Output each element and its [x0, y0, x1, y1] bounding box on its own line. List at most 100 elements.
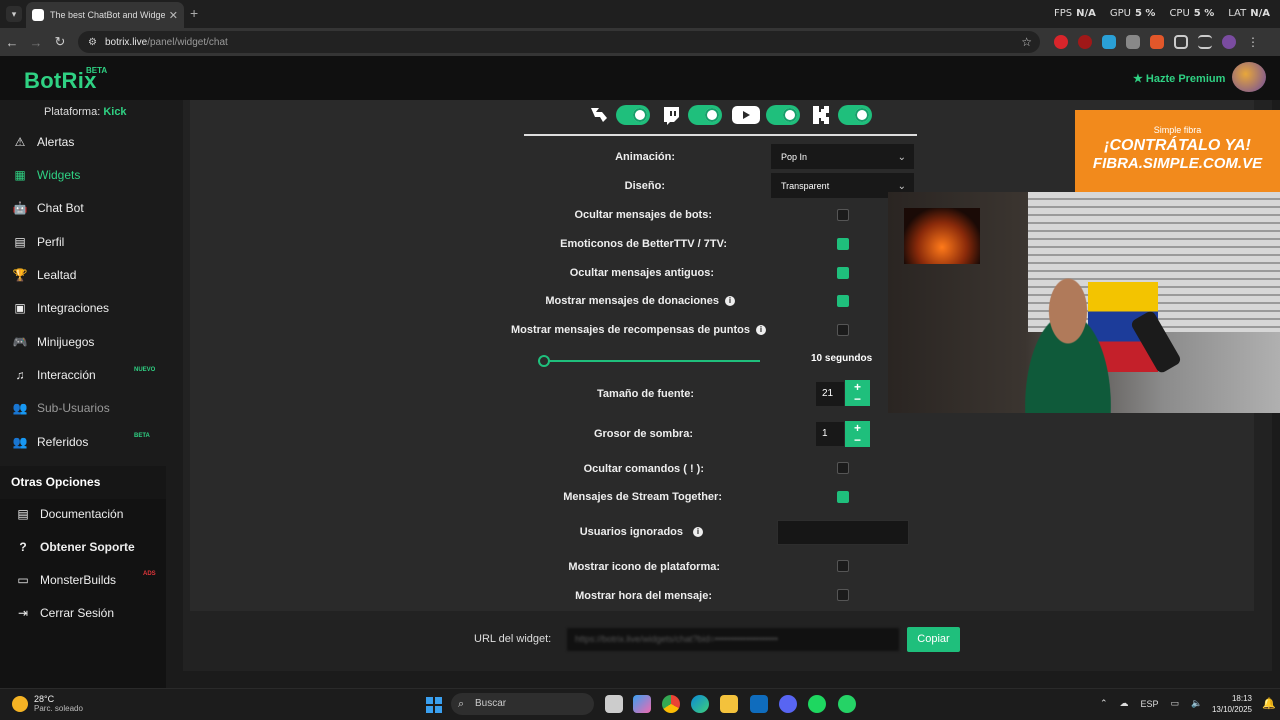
info-icon[interactable]: i: [725, 296, 735, 307]
chrome-icon[interactable]: [662, 695, 680, 713]
back-arrow-icon[interactable]: ←: [0, 35, 24, 50]
sidebar-item-referidos[interactable]: 👥 Referidos BETA: [0, 427, 166, 457]
sidebar-item-interaccion[interactable]: ♫ Interacción NUEVO: [0, 360, 166, 390]
sidebar-item-integraciones[interactable]: ▣ Integraciones: [0, 293, 166, 323]
profile-avatar-icon[interactable]: [1222, 35, 1236, 49]
outlook-icon[interactable]: [750, 695, 768, 713]
info-icon[interactable]: i: [693, 527, 703, 538]
info-icon[interactable]: i: [756, 325, 766, 336]
performance-overlay: FPS N/A GPU 5 % CPU 5 % LAT N/A: [1054, 8, 1270, 19]
forward-arrow-icon[interactable]: →: [24, 35, 48, 50]
shadow-input[interactable]: 1: [816, 422, 844, 446]
widget-url-label: URL del widget:: [474, 633, 552, 645]
platform-icon-checkbox[interactable]: [837, 560, 849, 572]
duration-slider-handle[interactable]: [538, 355, 550, 367]
kick-toggle[interactable]: [616, 105, 650, 125]
sidebar-item-alertas[interactable]: ⚠ Alertas: [0, 127, 166, 157]
notification-bell-icon[interactable]: 🔔: [1262, 697, 1276, 711]
extension-7tv-icon[interactable]: [1102, 35, 1116, 49]
widget-url-input[interactable]: https://botrix.live/widgets/chat?bid=•••…: [567, 628, 899, 651]
task-view-icon[interactable]: [605, 695, 623, 713]
shadow-stepper[interactable]: + −: [845, 421, 870, 447]
taskbar-search[interactable]: ⌕ Buscar: [451, 693, 594, 715]
minus-icon[interactable]: −: [845, 434, 870, 446]
chevron-up-icon[interactable]: ⌃: [1100, 698, 1108, 709]
weather-desc: Parc. soleado: [34, 704, 83, 713]
kick-logo-icon: [588, 104, 610, 126]
whatsapp-icon[interactable]: [838, 695, 856, 713]
beta-badge: BETA: [134, 433, 150, 439]
tab-favicon-icon: [32, 9, 44, 21]
extension-ublock-icon[interactable]: [1078, 35, 1092, 49]
grid-icon: ▦: [14, 168, 26, 182]
font-size-stepper[interactable]: + −: [845, 380, 870, 406]
minus-icon[interactable]: −: [845, 393, 870, 405]
sidebar-item-monsterbuilds[interactable]: ▭ MonsterBuilds ADS: [0, 565, 166, 595]
extension-orange-icon[interactable]: [1150, 35, 1164, 49]
file-explorer-icon[interactable]: [720, 695, 738, 713]
donations-checkbox[interactable]: [837, 295, 849, 307]
sidebar-item-chat-bot[interactable]: 🤖 Chat Bot: [0, 193, 166, 223]
volume-icon[interactable]: 🔈: [1191, 698, 1202, 709]
question-circle-icon: ?: [19, 540, 27, 554]
reload-icon[interactable]: ↻: [48, 34, 72, 50]
points-checkbox[interactable]: [837, 324, 849, 336]
sidebar-item-perfil[interactable]: ▤ Perfil: [0, 227, 166, 257]
sidebar-item-cerrar-sesion[interactable]: ⇥ Cerrar Sesión: [0, 598, 166, 628]
kick-k-toggle[interactable]: [838, 105, 872, 125]
ignored-users-input[interactable]: [777, 520, 909, 545]
reading-list-icon[interactable]: [1198, 35, 1212, 49]
logout-icon: ⇥: [17, 606, 29, 620]
new-tab-button[interactable]: +: [190, 5, 198, 21]
discord-icon[interactable]: [779, 695, 797, 713]
site-info-icon[interactable]: ⚙: [88, 37, 97, 48]
sidebar-item-widgets[interactable]: ▦ Widgets: [0, 160, 166, 190]
sidebar-item-sub-usuarios[interactable]: 👥 Sub-Usuarios: [0, 393, 166, 423]
address-bar[interactable]: ⚙ botrix.live/panel/widget/chat ☆: [78, 31, 1040, 53]
taskbar-clock[interactable]: 18:13 13/10/2025: [1208, 693, 1252, 715]
user-avatar[interactable]: [1232, 62, 1266, 92]
stat-gpu: GPU 5 %: [1109, 8, 1156, 19]
edge-icon[interactable]: [691, 695, 709, 713]
cloud-icon[interactable]: ☁: [1120, 698, 1129, 709]
sidebar-item-documentacion[interactable]: ▤ Documentación: [0, 499, 166, 529]
hide-old-checkbox[interactable]: [837, 267, 849, 279]
emotes-checkbox[interactable]: [837, 238, 849, 250]
copilot-icon[interactable]: [633, 695, 651, 713]
ad-url: FIBRA.SIMPLE.COM.VE: [1092, 155, 1263, 172]
browser-menu-icon[interactable]: ⋮: [1246, 35, 1260, 49]
app-header: [0, 56, 1280, 100]
show-time-checkbox[interactable]: [837, 589, 849, 601]
tab-search-button[interactable]: ▾: [6, 6, 22, 22]
platform-icon-label: Mostrar icono de plataforma:: [568, 561, 720, 573]
platform-kick: [810, 104, 872, 126]
twitch-toggle[interactable]: [688, 105, 722, 125]
sidebar-item-lealtad[interactable]: 🏆 Lealtad: [0, 260, 166, 290]
tab-close-icon[interactable]: ✕: [169, 9, 178, 22]
ignored-users-label: Usuarios ignorados i: [580, 526, 703, 538]
sidebar-item-obtener-soporte[interactable]: ? Obtener Soporte: [0, 532, 166, 562]
weather-widget[interactable]: 28°C Parc. soleado: [12, 694, 83, 713]
hide-commands-checkbox[interactable]: [837, 462, 849, 474]
premium-link[interactable]: ★ Hazte Premium: [1133, 72, 1225, 85]
hide-bots-checkbox[interactable]: [837, 209, 849, 221]
font-size-input[interactable]: 21: [816, 382, 844, 406]
extensions-area: ⋮: [1054, 35, 1260, 49]
extensions-puzzle-icon[interactable]: [1174, 35, 1188, 49]
language-indicator[interactable]: ESP: [1141, 699, 1159, 709]
spotify-icon[interactable]: [808, 695, 826, 713]
animation-select[interactable]: Pop In ⌄: [770, 143, 915, 170]
windows-start-icon[interactable]: [426, 697, 442, 713]
sidebar-item-minijuegos[interactable]: 🎮 Minijuegos: [0, 327, 166, 357]
extension-gray-icon[interactable]: [1126, 35, 1140, 49]
other-options-heading: Otras Opciones: [0, 466, 166, 499]
divider: [524, 134, 917, 136]
network-icon[interactable]: ▭: [1171, 698, 1180, 709]
duration-slider-track[interactable]: [538, 360, 760, 362]
browser-tab[interactable]: The best ChatBot and Widgets ✕: [26, 2, 184, 28]
extension-red-icon[interactable]: [1054, 35, 1068, 49]
bookmark-star-icon[interactable]: ☆: [1021, 35, 1032, 49]
copy-button[interactable]: Copiar: [907, 627, 960, 652]
stream-together-checkbox[interactable]: [837, 491, 849, 503]
youtube-toggle[interactable]: [766, 105, 800, 125]
